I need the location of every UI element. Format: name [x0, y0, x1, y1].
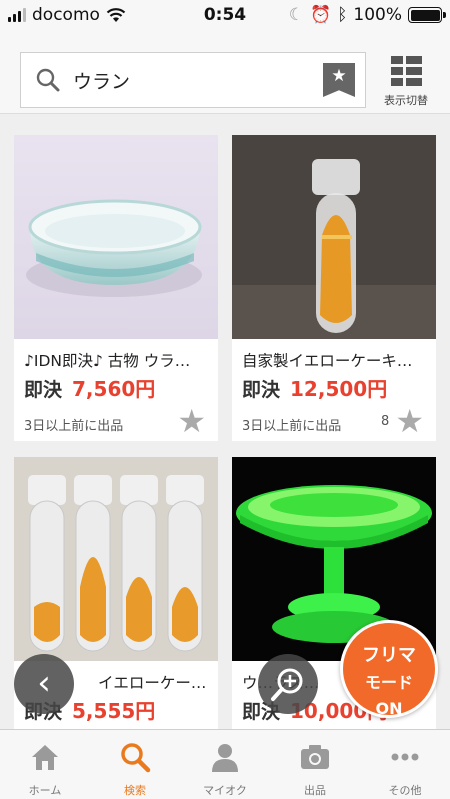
- price-value: 7,560円: [72, 377, 156, 401]
- price-value: 5,555円: [72, 699, 156, 723]
- star-icon[interactable]: ★: [395, 405, 424, 437]
- tab-label: 出品: [304, 784, 326, 797]
- item-photo[interactable]: [232, 135, 436, 339]
- tab-search[interactable]: 検索: [90, 730, 180, 799]
- tab-more[interactable]: その他: [360, 730, 450, 799]
- search-input[interactable]: ウラン ★: [20, 52, 366, 108]
- posted-time: 3日以上前に出品: [242, 419, 342, 434]
- search-query: ウラン: [73, 71, 131, 93]
- fleamarket-mode-button[interactable]: フリマ モード ON: [340, 620, 438, 718]
- view-toggle-button[interactable]: 表示切替: [380, 52, 432, 108]
- watch-count: 8: [381, 413, 390, 429]
- bottom-tab-bar: ホーム 検索 マイオク 出品 その他: [0, 729, 450, 799]
- tab-label: その他: [388, 784, 422, 797]
- item-title[interactable]: ♪IDN即決♪ 古物 ウラ…: [24, 349, 212, 371]
- buy-now-tag: 即決: [24, 379, 63, 401]
- search-header: ウラン ★ 表示切替: [0, 30, 450, 114]
- mode-label: モード: [364, 673, 413, 692]
- item-price: 即決 12,500円: [242, 373, 387, 402]
- tab-label: ホーム: [28, 784, 62, 797]
- battery-icon: [408, 7, 446, 23]
- view-toggle-label: 表示切替: [384, 94, 428, 107]
- alarm-icon: ⏰: [310, 5, 332, 25]
- person-icon: [212, 744, 238, 772]
- back-button[interactable]: ‹: [14, 654, 74, 714]
- item-title[interactable]: 自家製イエローケーキ…: [242, 349, 430, 371]
- item-price: 即決 7,560円: [24, 373, 155, 402]
- zoom-in-icon: [271, 668, 303, 701]
- status-bar: docomo 0:54 ☾ ⏰ ᛒ 100%: [0, 0, 450, 30]
- item-card[interactable]: 自家製イエローケーキ… 即決 12,500円 3日以上前に出品 8 ★: [232, 135, 436, 441]
- item-title[interactable]: イエローケーキ…: [98, 671, 212, 693]
- mode-state: ON: [375, 699, 403, 718]
- item-photo[interactable]: [14, 457, 218, 661]
- chevron-left-icon: ‹: [37, 663, 51, 703]
- moon-icon: ☾: [288, 5, 305, 25]
- posted-time: 3日以上前に出品: [24, 419, 124, 434]
- battery-percent: 100%: [353, 5, 402, 25]
- home-icon: [32, 745, 58, 770]
- list-view-icon: [391, 56, 422, 86]
- zoom-search-button[interactable]: [258, 654, 318, 714]
- tab-sell[interactable]: 出品: [270, 730, 360, 799]
- tab-label: 検索: [124, 784, 146, 797]
- search-icon: [36, 68, 60, 92]
- save-search-icon[interactable]: ★: [323, 63, 355, 97]
- tab-label: マイオク: [203, 784, 247, 797]
- price-value: 12,500円: [290, 377, 388, 401]
- buy-now-tag: 即決: [242, 379, 281, 401]
- watch-control[interactable]: ★: [171, 405, 206, 437]
- bluetooth-icon: ᛒ: [337, 5, 348, 25]
- camera-icon: [301, 745, 329, 769]
- star-icon[interactable]: ★: [177, 405, 206, 437]
- search-icon: [121, 743, 151, 773]
- item-photo[interactable]: [14, 135, 218, 339]
- more-icon: [391, 753, 419, 761]
- tab-my-auction[interactable]: マイオク: [180, 730, 270, 799]
- fleamarket-label: フリマ: [362, 645, 416, 666]
- item-card[interactable]: ♪IDN即決♪ 古物 ウラ… 即決 7,560円 3日以上前に出品 ★: [14, 135, 218, 441]
- tab-home[interactable]: ホーム: [0, 730, 90, 799]
- watch-control[interactable]: 8 ★: [381, 405, 424, 437]
